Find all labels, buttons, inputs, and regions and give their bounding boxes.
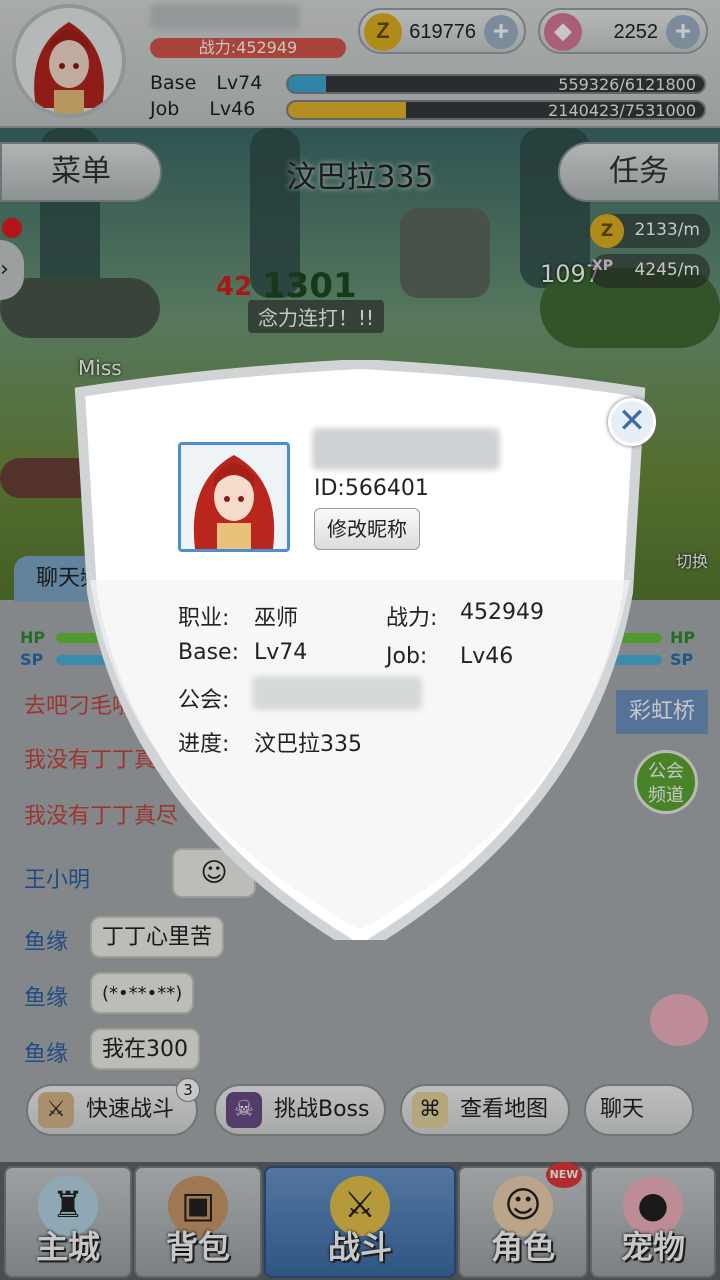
power-value: 452949 (460, 600, 544, 625)
guild-label: 公会: (178, 688, 230, 713)
close-icon[interactable]: ✕ (608, 398, 656, 446)
job-level-label: Job: (386, 644, 428, 669)
class-label: 职业: (178, 606, 230, 631)
power-label: 战力: (386, 606, 438, 631)
base-level-value: Lv74 (254, 640, 308, 665)
profile-portrait (178, 442, 290, 552)
red-hair-girl-portrait (193, 455, 275, 549)
job-level-value: Lv46 (460, 644, 514, 669)
base-level-label: Base: (178, 640, 239, 665)
guild-name-blurred (252, 676, 422, 710)
profile-id: ID:566401 (314, 476, 429, 501)
rename-button[interactable]: 修改昵称 (314, 508, 420, 550)
profile-name-blurred (312, 428, 500, 470)
class-value: 巫师 (254, 606, 299, 631)
progress-value: 汶巴拉335 (254, 732, 362, 757)
progress-label: 进度: (178, 732, 230, 757)
